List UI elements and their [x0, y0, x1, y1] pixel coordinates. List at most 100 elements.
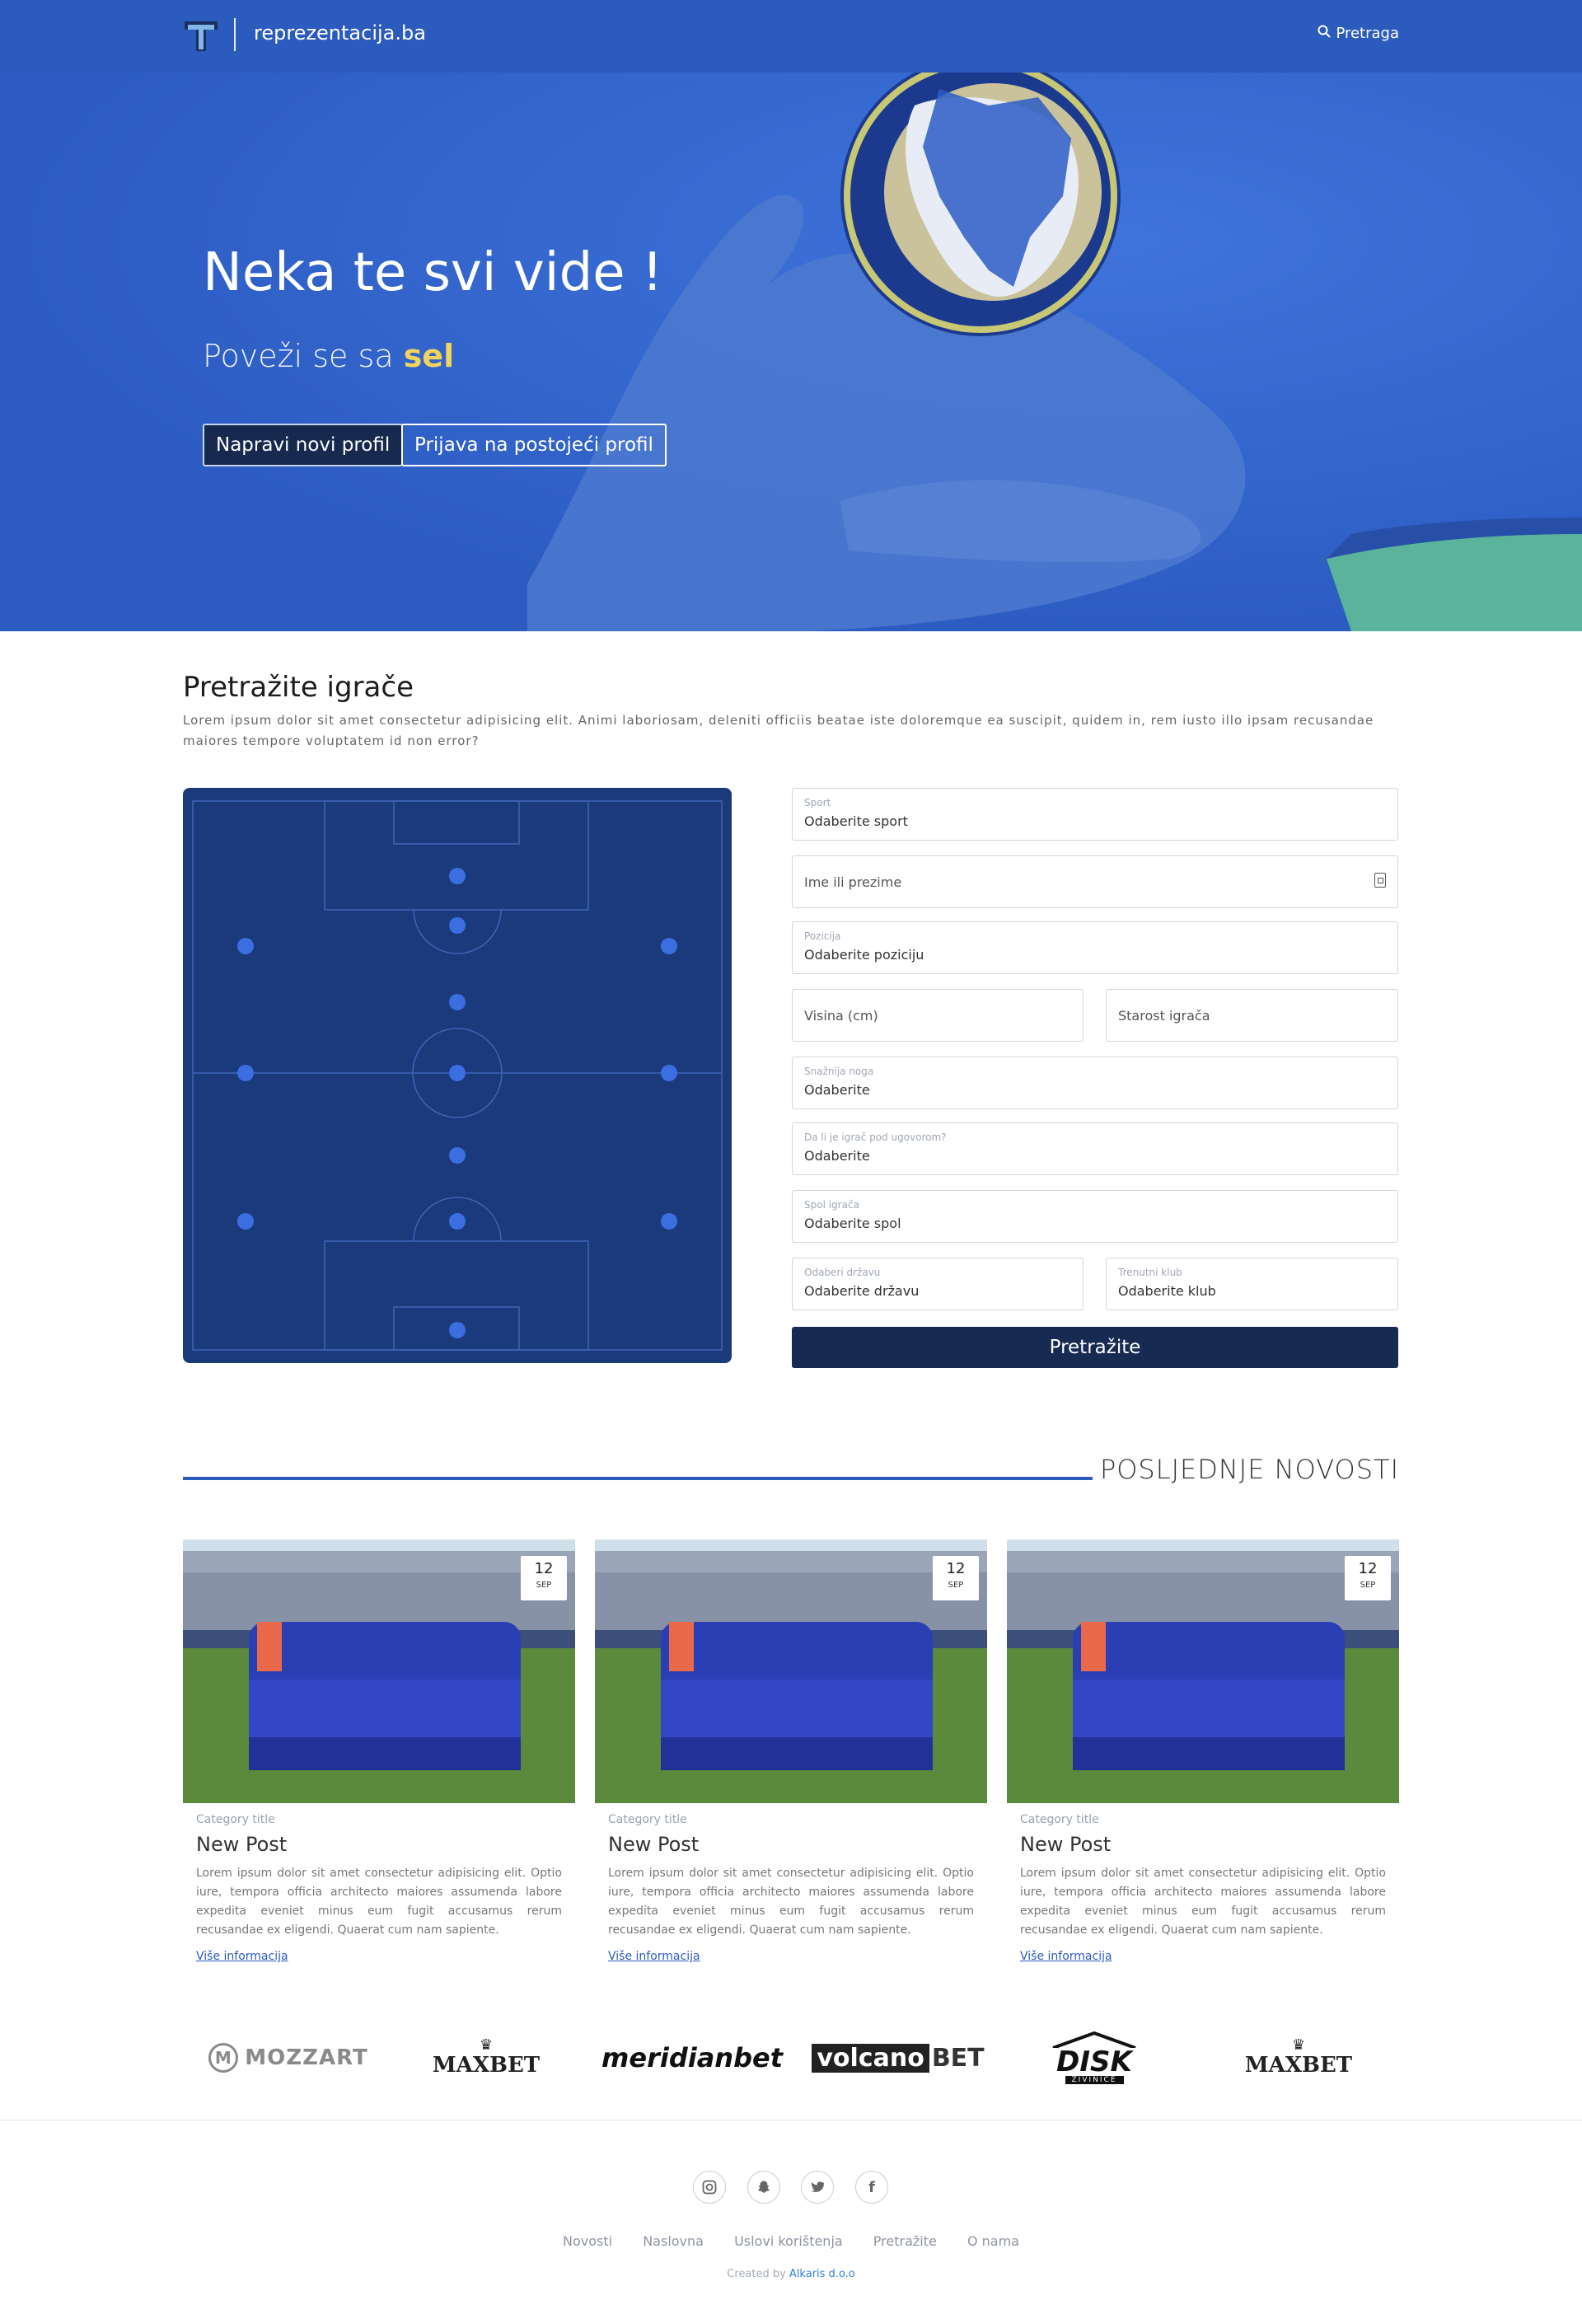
news-card-date: 12 SEP [521, 1556, 567, 1600]
sponsor-maxbet-logo[interactable]: ♛ MAXBET [1245, 2029, 1352, 2087]
gender-select[interactable]: Spol igrača Odaberite spol [792, 1190, 1398, 1243]
news-card-more-link[interactable]: Više informacija [608, 1950, 700, 1963]
sponsor-volcanobet-logo[interactable]: volcano BET [812, 2029, 985, 2087]
news-card-image[interactable]: 12 SEP [183, 1539, 575, 1803]
news-card-category: Category title [196, 1813, 275, 1826]
top-navbar: reprezentacija.ba Pretraga [0, 0, 1582, 73]
position-dot[interactable] [449, 868, 466, 884]
search-submit-button[interactable]: Pretražite [792, 1327, 1398, 1368]
foot-select[interactable]: Snažnija noga Odaberite [792, 1057, 1398, 1109]
position-dot[interactable] [449, 1322, 466, 1338]
contract-select-label: Da li je igrač pod ugovorom? [804, 1132, 947, 1143]
position-dot[interactable] [237, 938, 254, 954]
contract-select[interactable]: Da li je igrač pod ugovorom? Odaberite [792, 1122, 1398, 1175]
news-card-month: SEP [1360, 1581, 1376, 1590]
search-section-description: Lorem ipsum dolor sit amet consectetur a… [183, 713, 1374, 748]
position-select[interactable]: Pozicija Odaberite poziciju [792, 921, 1398, 974]
club-select-value: Odaberite klub [1118, 1283, 1216, 1299]
news-divider [183, 1477, 1093, 1480]
news-section-title: POSLJEDNJE NOVOSTI [1099, 1454, 1399, 1485]
sponsor-meridianbet-logo[interactable]: meridianbet [601, 2029, 783, 2087]
news-card-more-link[interactable]: Više informacija [196, 1950, 288, 1963]
position-dot[interactable] [449, 1147, 466, 1164]
club-select-label: Trenutni klub [1118, 1267, 1182, 1278]
position-dot[interactable] [237, 1065, 254, 1081]
news-card-month: SEP [536, 1581, 552, 1590]
sponsor-volcano-suffix: BET [931, 2043, 985, 2073]
footer-link-uslovi[interactable]: Uslovi korištenja [734, 2233, 843, 2249]
height-input-placeholder: Visina (cm) [804, 1007, 878, 1024]
maxbet-crown-icon: ♛ [1291, 2036, 1306, 2054]
news-card-date: 12 SEP [1345, 1556, 1391, 1600]
news-card-image[interactable]: 12 SEP [1007, 1539, 1399, 1803]
footer-credit: Created by Alkaris d.o.o [0, 2268, 1582, 2280]
gender-select-value: Odaberite spol [804, 1216, 901, 1231]
sponsor-volcano-name: volcano [812, 2043, 929, 2073]
position-dot[interactable] [661, 1065, 677, 1081]
foot-select-value: Odaberite [804, 1082, 870, 1098]
news-card-category: Category title [1020, 1813, 1099, 1826]
new-profile-button[interactable]: Napravi novi profil [203, 424, 404, 466]
snapchat-icon[interactable] [747, 2171, 780, 2204]
news-card: 12 SEP Category title New Post Lorem ips… [595, 1539, 987, 1963]
sponsor-maxbet-name: MAXBET [432, 2053, 541, 2078]
sponsor-maxbet-name: MAXBET [1244, 2053, 1353, 2078]
news-card-title[interactable]: New Post [1020, 1833, 1399, 1856]
position-select-value: Odaberite poziciju [804, 947, 924, 963]
mozzart-m-icon: M [208, 2043, 239, 2073]
news-card: 12 SEP Category title New Post Lorem ips… [1007, 1539, 1399, 1963]
sponsor-maxbet-logo[interactable]: ♛ MAXBET [433, 2029, 540, 2087]
news-card-image[interactable]: 12 SEP [595, 1539, 987, 1803]
logo-divider [234, 18, 236, 51]
footer-link-naslovna[interactable]: Naslovna [643, 2233, 704, 2249]
login-profile-button[interactable]: Prijava na postojeći profil [401, 424, 667, 466]
gender-select-label: Spol igrača [804, 1199, 859, 1211]
news-card-more-link[interactable]: Više informacija [1020, 1950, 1112, 1963]
contact-card-icon [1374, 873, 1386, 888]
height-input[interactable]: Visina (cm) [792, 989, 1084, 1042]
sponsor-mozzart-name: MOZZART [245, 2045, 368, 2070]
site-name[interactable]: reprezentacija.ba [254, 21, 426, 45]
footer-link-novosti[interactable]: Novosti [563, 2233, 612, 2249]
news-card-title[interactable]: New Post [608, 1833, 987, 1856]
sponsor-mozzart-logo[interactable]: M MOZZART [206, 2029, 371, 2087]
club-select[interactable]: Trenutni klub Odaberite klub [1106, 1258, 1398, 1310]
sponsor-meridian-name: meridianbet [601, 2042, 783, 2073]
position-dot[interactable] [237, 1213, 254, 1230]
foot-select-label: Snažnija noga [804, 1066, 874, 1077]
search-section-title: Pretražite igrače [183, 671, 414, 704]
facebook-icon[interactable]: f [855, 2171, 888, 2204]
name-input[interactable]: Ime ili prezime [792, 855, 1398, 908]
news-card-day: 12 [946, 1560, 966, 1577]
search-icon [1318, 25, 1332, 42]
twitter-icon[interactable] [801, 2171, 834, 2204]
position-dot[interactable] [661, 938, 677, 954]
position-dot[interactable] [449, 994, 466, 1010]
sport-select[interactable]: Sport Odaberite sport [792, 788, 1398, 841]
sport-select-label: Sport [804, 797, 831, 808]
news-card-category: Category title [608, 1813, 687, 1826]
nav-search-link[interactable]: Pretraga [1318, 25, 1399, 42]
news-card-title[interactable]: New Post [196, 1833, 575, 1856]
sponsor-disk-sub: ŽIVINICE [1065, 2076, 1124, 2084]
country-select[interactable]: Odaberi državu Odaberite državu [792, 1258, 1084, 1310]
position-dot[interactable] [449, 1065, 466, 1081]
news-card-text: Lorem ipsum dolor sit amet consectetur a… [196, 1867, 562, 1937]
sponsor-disk-logo[interactable]: DISK ŽIVINICE [1045, 2029, 1144, 2087]
footer-links: Novosti Naslovna Uslovi korištenja Pretr… [0, 2233, 1582, 2249]
credit-company-link[interactable]: Alkaris d.o.o [789, 2268, 855, 2280]
news-card-date: 12 SEP [933, 1556, 979, 1600]
position-dot[interactable] [449, 1213, 466, 1230]
news-card-day: 12 [1358, 1560, 1378, 1577]
site-logo-icon[interactable] [183, 20, 219, 53]
instagram-icon[interactable] [693, 2171, 726, 2204]
age-input[interactable]: Starost igrača [1106, 989, 1398, 1042]
hero-subtitle: Poveži se sa sel [203, 338, 454, 374]
credit-prefix: Created by [727, 2268, 789, 2280]
position-dot[interactable] [449, 917, 466, 934]
position-dot[interactable] [661, 1213, 677, 1230]
footer-link-pretrazite[interactable]: Pretražite [873, 2233, 937, 2249]
sponsor-disk-name: DISK [1056, 2045, 1132, 2078]
age-input-placeholder: Starost igrača [1118, 1007, 1210, 1024]
footer-link-o-nama[interactable]: O nama [967, 2233, 1019, 2249]
